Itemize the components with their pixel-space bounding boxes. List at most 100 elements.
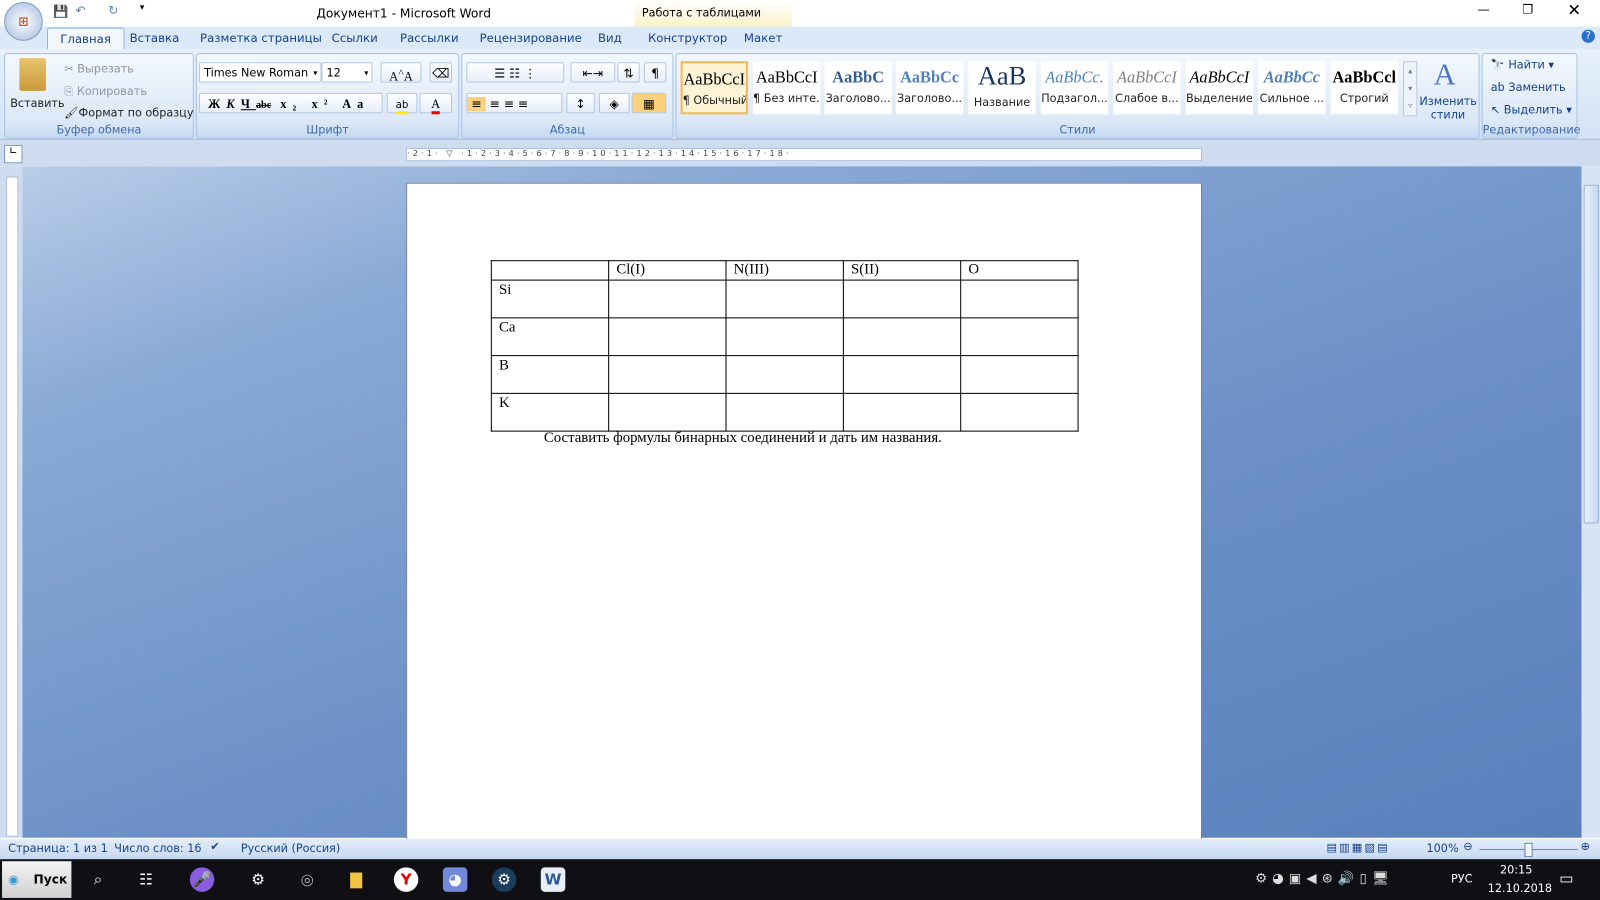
font-size-select[interactable]: 12 ▾ <box>321 62 373 83</box>
font-name-select[interactable]: Times New Roman ▾ <box>198 62 322 83</box>
notifications-icon[interactable]: ▭ <box>1559 869 1573 887</box>
table-cell[interactable] <box>842 355 962 394</box>
tab-insert[interactable]: Вставка <box>130 31 180 45</box>
office-button[interactable]: ⊞ <box>4 2 43 41</box>
cortana-icon[interactable]: 🎤 <box>189 867 215 892</box>
table-cell[interactable] <box>960 392 1079 432</box>
style-strong[interactable]: AaBbCcl Строгий <box>1330 61 1398 115</box>
shading-button[interactable]: ◈ <box>598 92 630 114</box>
style-normal[interactable]: AaBbCcI ¶ Обычный <box>680 61 748 115</box>
horizontal-ruler[interactable]: ∟ ·2·1· ▽ ·1·2·3·4·5·6·7·8·9·10·11·12·13… <box>0 139 1600 167</box>
table-cell[interactable] <box>725 279 844 319</box>
language-indicator[interactable]: Русский (Россия) <box>241 842 340 855</box>
strikethrough-button[interactable]: abc <box>256 100 271 111</box>
borders-button[interactable]: ▦ <box>631 92 667 114</box>
clear-format-button[interactable]: ⌫ <box>429 62 453 83</box>
zoom-out-button[interactable]: ⊖ <box>1463 840 1472 853</box>
style-subtle-emphasis[interactable]: AaBbCcI Слабое в... <box>1113 61 1181 115</box>
elements-table[interactable]: Cl(I) N(III) S(II) O Si Ca B K <box>490 260 1079 432</box>
table-cell[interactable]: K <box>490 392 610 432</box>
list-buttons[interactable]: ☰ ☷ ⋮ <box>466 62 565 83</box>
table-cell[interactable] <box>842 279 962 319</box>
word-count[interactable]: Число слов: 16 <box>114 842 201 855</box>
find-button[interactable]: 🔭 Найти ▾ <box>1491 58 1554 71</box>
scrollbar-thumb[interactable] <box>1583 184 1599 524</box>
tab-review[interactable]: Рецензирование <box>480 31 582 45</box>
font-color-button[interactable]: A <box>419 92 453 115</box>
clock-date[interactable]: 12.10.2018 <box>1488 882 1552 895</box>
highlight-button[interactable]: ab <box>386 92 418 115</box>
vertical-scrollbar[interactable] <box>1581 166 1600 838</box>
tab-design[interactable]: Конструктор <box>648 31 727 45</box>
change-styles-button[interactable]: Изменить стили <box>1419 95 1477 122</box>
minimize-button[interactable]: — <box>1478 2 1490 16</box>
style-intense-emphasis[interactable]: AaBbCc Сильное ... <box>1258 61 1326 115</box>
table-cell[interactable]: N(III) <box>725 260 844 281</box>
style-heading-1[interactable]: AaBbC Заголово... <box>824 61 892 115</box>
style-heading-2[interactable]: AaBbCc Заголово... <box>895 61 964 115</box>
table-cell[interactable]: Si <box>490 279 610 319</box>
table-cell[interactable] <box>725 392 844 432</box>
proofing-icon[interactable]: ✔ <box>210 840 219 853</box>
table-cell[interactable]: B <box>490 355 610 394</box>
redo-icon[interactable]: ↻ <box>108 3 118 17</box>
bold-button[interactable]: Ж <box>208 97 226 111</box>
style-emphasis[interactable]: AaBbCcI Выделение <box>1185 61 1254 115</box>
format-painter-button[interactable]: 🖌Формат по образцу <box>64 106 193 119</box>
quick-access-dropdown-icon[interactable]: ▾ <box>140 3 145 13</box>
table-cell[interactable] <box>608 317 727 357</box>
help-icon[interactable]: ? <box>1581 29 1595 43</box>
style-no-spacing[interactable]: AaBbCcI ¶ Без инте... <box>753 61 821 115</box>
underline-button[interactable]: Ч <box>241 97 256 111</box>
indent-buttons[interactable]: ⇤⇥ <box>570 62 616 83</box>
settings-icon[interactable]: ⚙ <box>246 867 270 891</box>
tab-selector[interactable]: ∟ <box>4 144 23 164</box>
zoom-level[interactable]: 100% <box>1427 842 1459 855</box>
styles-scroll[interactable]: ▴ ▾ ▿ <box>1403 61 1418 117</box>
table-cell[interactable] <box>725 317 844 357</box>
table-cell[interactable]: S(II) <box>842 260 962 281</box>
yandex-browser-icon[interactable]: Y <box>393 867 419 892</box>
task-view-icon[interactable]: ☷ <box>134 867 158 891</box>
tab-page-layout[interactable]: Разметка страницы <box>200 31 322 45</box>
media-icon[interactable]: ◎ <box>295 867 319 891</box>
align-buttons[interactable]: ≡ ≡ ≡ ≡ <box>466 92 563 114</box>
table-cell[interactable] <box>608 392 727 432</box>
change-case-button[interactable]: Aa <box>342 97 369 111</box>
copy-button[interactable]: ⎘ Копировать <box>64 85 147 99</box>
discord-icon[interactable]: ◕ <box>442 867 468 892</box>
page-count[interactable]: Страница: 1 из 1 <box>8 842 108 855</box>
table-cell[interactable] <box>608 355 727 394</box>
input-language[interactable]: РУС <box>1451 872 1472 885</box>
sort-button[interactable]: ⇅ <box>617 62 640 83</box>
table-cell[interactable]: Cl(I) <box>608 260 727 281</box>
start-button[interactable]: ◉ Пуск <box>2 861 72 898</box>
tab-references[interactable]: Ссылки <box>332 31 378 45</box>
clock-time[interactable]: 20:15 <box>1500 863 1532 876</box>
italic-button[interactable]: К <box>226 97 240 111</box>
file-explorer-icon[interactable]: ▇ <box>344 867 368 891</box>
table-cell[interactable] <box>725 355 844 394</box>
select-button[interactable]: ↖ Выделить ▾ <box>1491 103 1572 116</box>
cut-button[interactable]: ✂ Вырезать <box>64 62 134 75</box>
word-icon[interactable]: W <box>540 867 566 892</box>
vertical-ruler[interactable] <box>0 166 23 838</box>
style-subtitle[interactable]: AaBbCc. Подзагол... <box>1040 61 1109 115</box>
save-icon[interactable]: 💾 <box>53 4 68 18</box>
replace-button[interactable]: ab Заменить <box>1491 81 1566 94</box>
restore-button[interactable]: ❐ <box>1522 2 1533 16</box>
table-cell[interactable] <box>490 260 610 281</box>
grow-font-button[interactable]: A˄A <box>380 62 422 84</box>
style-title[interactable]: AaB Название <box>968 61 1036 115</box>
view-buttons[interactable]: ▤▥▦▧▤ <box>1327 841 1390 854</box>
search-icon[interactable]: ⌕ <box>86 867 110 891</box>
align-left-button[interactable]: ≡ <box>467 96 486 112</box>
paste-button[interactable]: Вставить <box>10 97 64 110</box>
table-cell[interactable] <box>960 279 1079 319</box>
table-cell[interactable] <box>960 317 1079 357</box>
table-cell[interactable]: Ca <box>490 317 610 357</box>
tab-layout[interactable]: Макет <box>744 31 782 45</box>
tab-mailings[interactable]: Рассылки <box>400 31 459 45</box>
show-marks-button[interactable]: ¶ <box>643 62 667 83</box>
system-tray-icons[interactable]: ⚙◕▣◀⊛🔊▯🖥 <box>1255 871 1394 886</box>
